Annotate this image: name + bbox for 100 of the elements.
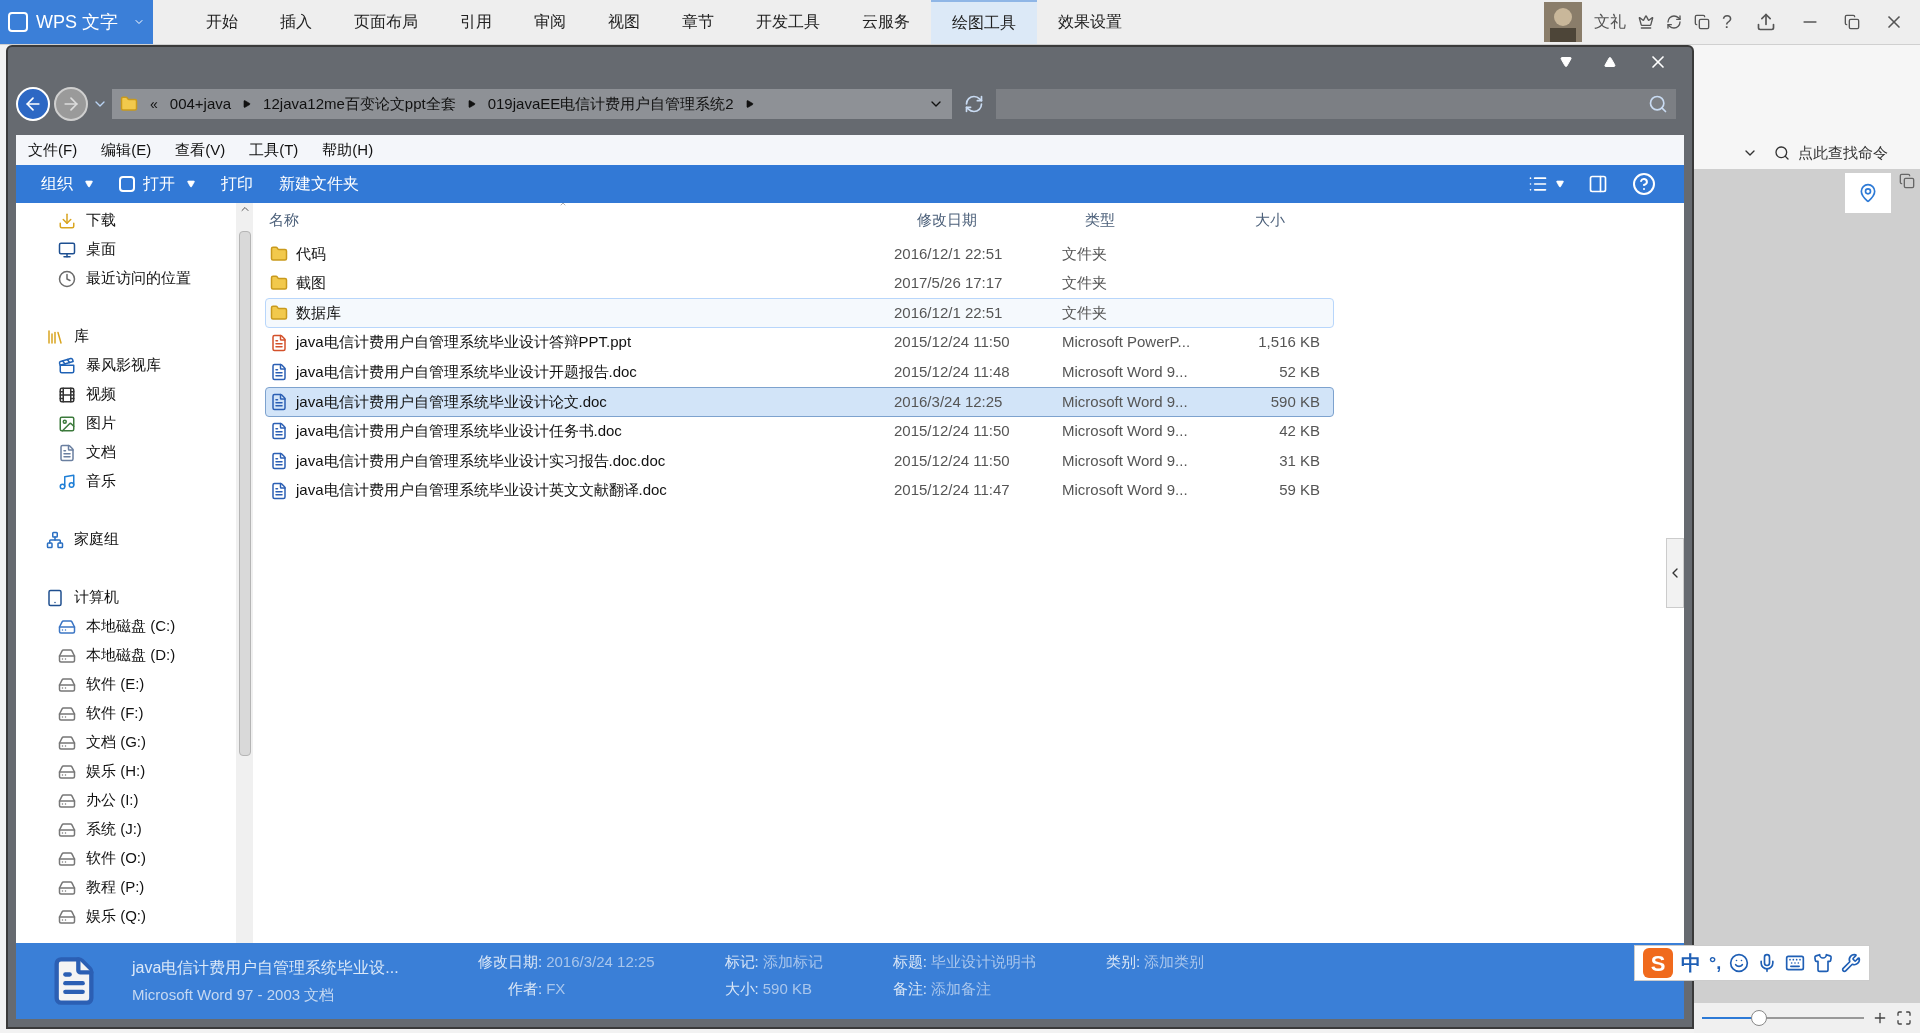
restore-icon[interactable] [1844, 14, 1860, 30]
file-row[interactable]: 代码 2016/12/1 22:51 文件夹 [265, 239, 1334, 269]
expand-icon[interactable] [1604, 56, 1616, 68]
nav-item[interactable]: 文档 [16, 438, 236, 467]
nav-item[interactable]: 本地磁盘 (C:) [16, 612, 236, 641]
scrollbar-thumb[interactable] [238, 231, 251, 756]
breadcrumb-arrow-icon[interactable] [243, 100, 252, 108]
app-menu-button[interactable]: WPS 文字 [0, 0, 153, 44]
drive-icon [58, 791, 76, 810]
nav-item[interactable]: 最近访问的位置 [16, 264, 236, 293]
document-icon [58, 443, 76, 462]
ribbon-tab[interactable]: 云服务 [841, 0, 931, 44]
file-row[interactable]: java电信计费用户自管理系统毕业设计开题报告.doc 2015/12/24 11:48 Microsoft Word 9... 52 KB [265, 357, 1334, 387]
fullscreen-icon[interactable] [1896, 1010, 1912, 1026]
skin-icon[interactable] [1694, 14, 1710, 30]
crown-icon[interactable] [1638, 14, 1654, 30]
emoji-icon[interactable] [1729, 953, 1750, 973]
ribbon-tab[interactable]: 绘图工具 [931, 0, 1037, 44]
file-type: Microsoft Word 97 - 2003 文档 [132, 984, 336, 1005]
file-row[interactable]: java电信计费用户自管理系统毕业设计英文文献翻译.doc 2015/12/24 11:47 Microsoft Word 9... 59 KB [265, 475, 1334, 506]
input-mode-toggle[interactable]: 中 [1681, 948, 1701, 978]
file-name: 代码 [296, 243, 326, 264]
ribbon-tab[interactable]: 效果设置 [1037, 0, 1143, 44]
menu-item[interactable]: 文件(F) [28, 138, 78, 162]
nav-item[interactable]: 软件 (E:) [16, 670, 236, 699]
ribbon-tab[interactable]: 插入 [259, 0, 333, 44]
file-row[interactable]: 数据库 2016/12/1 22:51 文件夹 [265, 298, 1334, 328]
nav-item[interactable]: 库 [16, 322, 236, 351]
zoom-in-icon[interactable] [1872, 1010, 1888, 1026]
nav-item[interactable]: 本地磁盘 (D:) [16, 641, 236, 670]
menu-item[interactable]: 帮助(H) [322, 138, 374, 162]
menu-item[interactable]: 查看(V) [175, 138, 226, 162]
column-header[interactable]: 类型 [1085, 208, 1255, 232]
nav-item[interactable]: 家庭组 [16, 525, 236, 554]
nav-item[interactable]: 系统 (J:) [16, 815, 236, 844]
organize-dropdown[interactable]: 组织 [28, 165, 106, 203]
menu-item[interactable]: 编辑(E) [101, 138, 152, 162]
breadcrumb[interactable]: 12java12me百变论文ppt全套 [263, 92, 456, 116]
help-icon[interactable] [1632, 172, 1656, 196]
preview-pane-icon[interactable] [1588, 174, 1608, 194]
nav-item[interactable]: 暴风影视库 [16, 351, 236, 380]
nav-item[interactable]: 文档 (G:) [16, 728, 236, 757]
drive-icon [58, 878, 76, 897]
collapse-handle[interactable] [1666, 538, 1684, 608]
forward-button[interactable] [54, 87, 88, 121]
nav-item[interactable]: 下载 [16, 206, 236, 235]
toolbar-button[interactable]: 新建文件夹 [266, 165, 372, 203]
breadcrumb-arrow-icon[interactable] [467, 100, 476, 108]
picture-icon [58, 414, 76, 433]
breadcrumb[interactable]: 004+java [169, 92, 232, 116]
nav-item[interactable]: 图片 [16, 409, 236, 438]
ribbon-tab[interactable]: 开始 [185, 0, 259, 44]
nav-item[interactable]: 娱乐 (Q:) [16, 902, 236, 931]
file-row[interactable]: java电信计费用户自管理系统毕业设计实习报告.doc.doc 2015/12/24 11:50 Microsoft Word 9... 31 KB [265, 446, 1334, 476]
back-button[interactable] [16, 87, 50, 121]
nav-item[interactable]: 音乐 [16, 467, 236, 496]
panel-icon[interactable] [1899, 173, 1915, 189]
menu-item[interactable]: 工具(T) [249, 138, 299, 162]
nav-item[interactable]: 办公 (I:) [16, 786, 236, 815]
nav-item[interactable]: 桌面 [16, 235, 236, 264]
file-row[interactable]: java电信计费用户自管理系统毕业设计论文.doc 2016/3/24 12:25 Microsoft Word 9... 590 KB [265, 386, 1334, 417]
shirt-icon[interactable] [1813, 953, 1834, 973]
scrollbar[interactable] [236, 203, 253, 943]
column-header[interactable]: 修改日期 [917, 208, 1085, 232]
ribbon-tab[interactable]: 页面布局 [333, 0, 439, 44]
breadcrumb-arrow-icon[interactable] [745, 100, 754, 108]
nav-item[interactable]: 教程 (P:) [16, 873, 236, 902]
open-button[interactable]: 打开 [106, 165, 208, 203]
ribbon-tab[interactable]: 引用 [439, 0, 513, 44]
sync-icon[interactable] [1666, 14, 1682, 30]
keyboard-icon[interactable] [1785, 953, 1806, 973]
ribbon-tab[interactable]: 视图 [587, 0, 661, 44]
address-bar[interactable]: « 004+java 12java12me百变论文ppt全套 019javaEE电信计费用户自管理系统2 [112, 89, 952, 119]
zoom-slider[interactable] [1702, 1009, 1864, 1027]
column-header[interactable]: 名称 [265, 208, 917, 232]
file-row[interactable]: 截图 2017/5/26 17:17 文件夹 [265, 268, 1334, 299]
upload-icon[interactable] [1756, 12, 1776, 32]
refresh-icon[interactable] [964, 94, 984, 114]
file-row[interactable]: java电信计费用户自管理系统毕业设计任务书.doc 2015/12/24 11:50 Microsoft Word 9... 42 KB [265, 416, 1334, 447]
nav-item[interactable]: 娱乐 (H:) [16, 757, 236, 786]
wrench-icon[interactable] [1841, 953, 1862, 973]
nav-item[interactable]: 软件 (O:) [16, 844, 236, 873]
nav-item[interactable]: 计算机 [16, 583, 236, 612]
column-header[interactable]: 大小 [1255, 208, 1315, 232]
nav-item[interactable]: 视频 [16, 380, 236, 409]
punctuation-toggle[interactable]: °, [1709, 949, 1722, 977]
file-row[interactable]: java电信计费用户自管理系统毕业设计答辩PPT.ppt 2015/12/24 11:50 Microsoft PowerP... 1,516 KB [265, 327, 1334, 358]
ribbon-tab[interactable]: 开发工具 [735, 0, 841, 44]
toolbar-button[interactable]: 打印 [208, 165, 266, 203]
help-button[interactable]: ? [1722, 8, 1732, 36]
modified-date: 2015/12/24 11:50 [894, 332, 1011, 353]
nav-item[interactable]: 软件 (F:) [16, 699, 236, 728]
view-options-icon[interactable] [1528, 174, 1548, 194]
caret-icon[interactable] [1556, 180, 1564, 188]
overflow-chevron-icon[interactable]: « [150, 93, 158, 115]
ribbon-tab[interactable]: 章节 [661, 0, 735, 44]
breadcrumb[interactable]: 019javaEE电信计费用户自管理系统2 [487, 92, 734, 116]
ribbon-tab[interactable]: 审阅 [513, 0, 587, 44]
collapse-icon[interactable] [1560, 56, 1572, 68]
navigation-pane-button[interactable] [1845, 173, 1891, 213]
